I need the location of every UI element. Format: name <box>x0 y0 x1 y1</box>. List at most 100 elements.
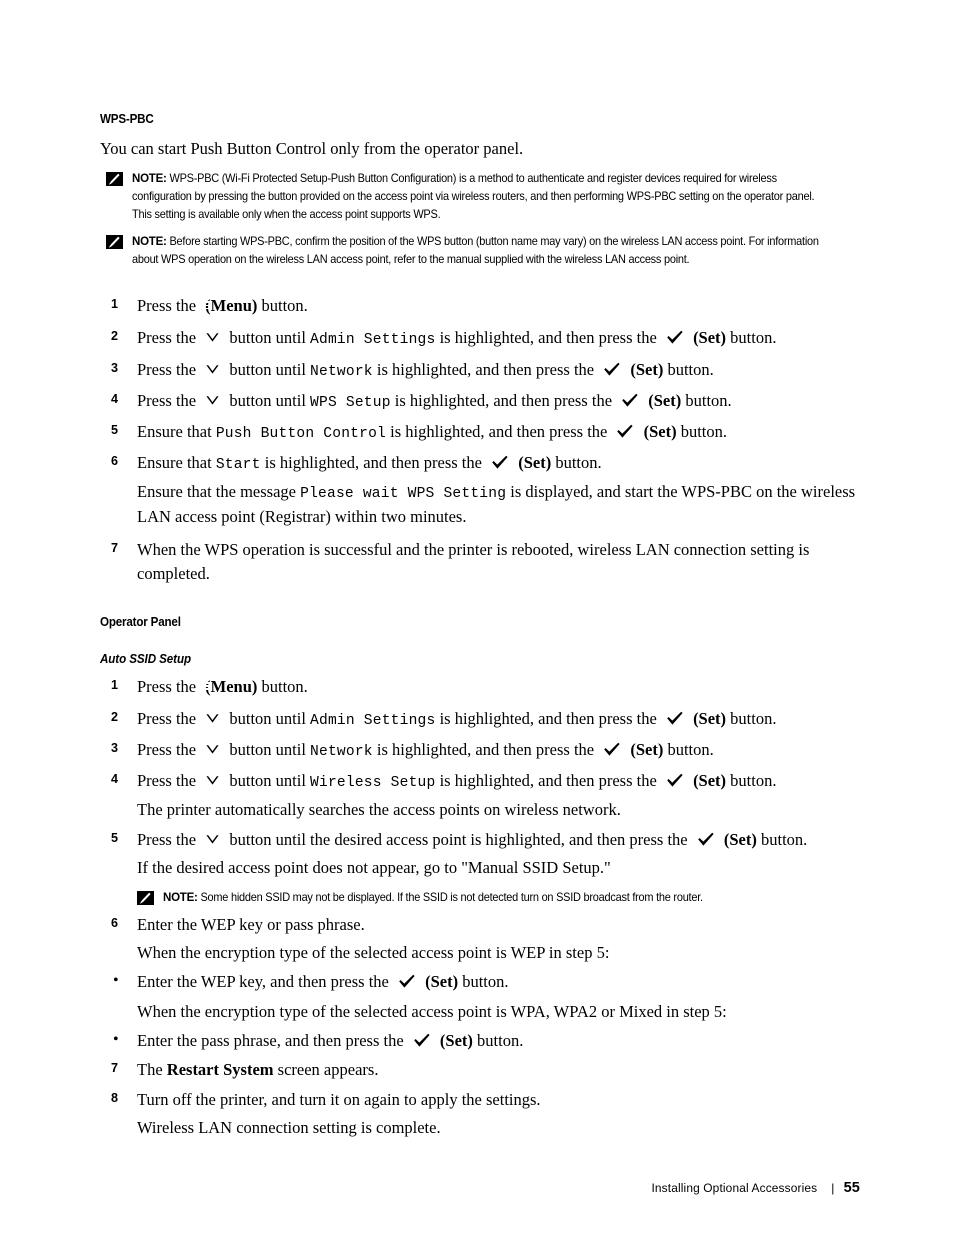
bullet-text-post: button. <box>462 971 509 991</box>
step-number: 5 <box>111 831 119 846</box>
step-text-post: button. <box>261 296 308 316</box>
list-item: 2 Press the button until Admin Settings … <box>100 326 860 351</box>
step-text-pre: Press the <box>137 677 197 697</box>
step-number: 4 <box>111 772 119 787</box>
step-continuation: The printer automatically searches the a… <box>137 800 621 820</box>
step-mono-value: Admin Settings <box>310 332 436 349</box>
list-item: 2 Press the button until Admin Settings … <box>100 707 860 732</box>
list-item: 4 Press the button until Wireless Setup … <box>100 769 860 822</box>
step-text: Enter the WEP key or pass phrase. <box>137 914 365 934</box>
step-text-post: button. <box>730 771 777 791</box>
auto-ssid-step-list-tail: 7 The Restart System screen appears. 8 T… <box>100 1058 860 1140</box>
bullet-text-post: button. <box>477 1030 524 1050</box>
step-text-pre: Press the <box>137 771 197 791</box>
chevron-down-icon <box>206 714 219 723</box>
step-text-mid2: is highlighted, and then press the <box>439 709 657 729</box>
page-footer: Installing Optional Accessories | 55 <box>648 1180 860 1196</box>
step-mono-value: Start <box>215 457 261 474</box>
list-item: 5 Ensure that Push Button Control is hig… <box>100 420 860 445</box>
check-icon <box>667 711 683 725</box>
list-item: 7 The Restart System screen appears. <box>100 1058 860 1082</box>
step-text-mid: button until <box>229 359 306 379</box>
wpa-bullet-list: • Enter the pass phrase, and then press … <box>100 1029 860 1053</box>
step-number: 7 <box>111 541 119 556</box>
screen-name: Restart System <box>166 1060 274 1080</box>
step-text-mid2: is highlighted, and then press the <box>376 359 595 379</box>
step-text-pre: Press the <box>137 359 197 379</box>
chevron-down-icon <box>206 835 219 845</box>
step-text-post: button. <box>667 359 714 379</box>
check-icon <box>413 1033 430 1047</box>
note-pencil-icon <box>106 235 123 250</box>
step-button-label: (Set) <box>723 830 757 850</box>
step-number: 4 <box>111 391 119 406</box>
page-content: WPS-PBC You can start Push Button Contro… <box>100 112 860 1146</box>
footer-title: Installing Optional Accessories <box>651 1181 817 1195</box>
note-body-text: WPS-PBC (Wi-Fi Protected Setup-Push Butt… <box>132 172 815 221</box>
step-number: 3 <box>111 360 119 375</box>
page: WPS-PBC You can start Push Button Contro… <box>0 0 954 1235</box>
bullet-text-pre: Enter the pass phrase, and then press th… <box>137 1030 404 1050</box>
step-number: 5 <box>111 422 119 437</box>
step-text-mid: button until <box>229 390 306 410</box>
list-item: • Enter the pass phrase, and then press … <box>100 1029 860 1053</box>
check-icon <box>604 362 620 376</box>
step-text-mid2: is highlighted, and then press the <box>439 771 657 791</box>
wep-intro-text: When the encryption type of the selected… <box>137 942 610 962</box>
note-block-wps-pbc-definition: NOTE: WPS-PBC (Wi-Fi Protected Setup-Pus… <box>100 169 860 223</box>
step-button-label: (Set) <box>518 453 552 473</box>
step-text-mid2: is highlighted, and then press the <box>376 740 595 760</box>
step-button-label: (Menu) <box>205 677 258 697</box>
step-continuation: Ensure that the message Please wait WPS … <box>137 480 860 529</box>
list-item: 7 When the WPS operation is successful a… <box>100 538 860 586</box>
step-text-pre: Press the <box>137 328 197 348</box>
step-number: 2 <box>111 329 119 344</box>
step-text-mid: button until <box>229 709 306 729</box>
wep-bullet-list: • Enter the WEP key, and then press the … <box>100 970 860 994</box>
step-text-mid2: is highlighted, and then press the <box>390 421 608 441</box>
step-text-mid2: is highlighted, and then press the <box>264 453 482 473</box>
list-item: 3 Press the button until Network is high… <box>100 738 860 763</box>
step-text-mid: button until <box>229 771 306 791</box>
chevron-down-icon <box>206 745 219 754</box>
footer-separator: | <box>831 1181 835 1195</box>
step-text-pre: The <box>137 1060 163 1080</box>
bullet-text-pre: Enter the WEP key, and then press the <box>137 971 389 991</box>
step-text-mid2: is highlighted, and then press the <box>439 328 657 348</box>
step-text: Turn off the printer, and turn it on aga… <box>137 1090 541 1110</box>
step-text-post: button. <box>555 453 602 473</box>
note-pencil-icon <box>137 891 154 906</box>
step-text-pre: Press the <box>137 390 197 410</box>
step-mono-value: Network <box>310 363 373 380</box>
check-icon <box>622 393 638 407</box>
wpa-intro-text: When the encryption type of the selected… <box>137 1001 727 1021</box>
wps-pbc-step-list: 1 Press the (Menu) button. 2 Press the bu… <box>100 294 860 586</box>
check-icon <box>604 742 620 756</box>
step-number: 1 <box>111 678 119 693</box>
list-item: 4 Press the button until WPS Setup is hi… <box>100 389 860 414</box>
step-text-post: button. <box>685 390 732 410</box>
bullet-button-label: (Set) <box>439 1030 473 1050</box>
check-icon <box>399 974 415 988</box>
step-continuation: If the desired access point does not app… <box>137 858 611 878</box>
list-item: 6 Ensure that Start is highlighted, and … <box>100 451 860 529</box>
note-text: NOTE: Some hidden SSID may not be displa… <box>163 888 822 907</box>
list-item: 3 Press the button until Network is high… <box>100 358 860 383</box>
note-block-wps-button-position: NOTE: Before starting WPS-PBC, confirm t… <box>100 232 860 268</box>
step-mono-value: Network <box>310 744 373 761</box>
step-button-label: (Set) <box>693 771 727 791</box>
step-number: 1 <box>111 297 119 312</box>
chevron-down-icon <box>206 395 219 405</box>
step-text-pre: Ensure that <box>137 453 212 473</box>
step-button-label: (Set) <box>643 421 677 441</box>
note-pencil-icon <box>106 172 123 187</box>
chevron-down-icon <box>206 364 219 374</box>
note-body-text: Before starting WPS-PBC, confirm the pos… <box>132 235 819 266</box>
section-heading-wps-pbc: WPS-PBC <box>100 112 154 126</box>
step-number: 6 <box>111 915 119 930</box>
step-mono-value: WPS Setup <box>310 394 391 411</box>
check-icon <box>667 331 683 344</box>
step-text-post: button. <box>760 830 808 850</box>
step-button-label: (Set) <box>693 709 727 729</box>
step-mono-value: Wireless Setup <box>310 775 436 792</box>
